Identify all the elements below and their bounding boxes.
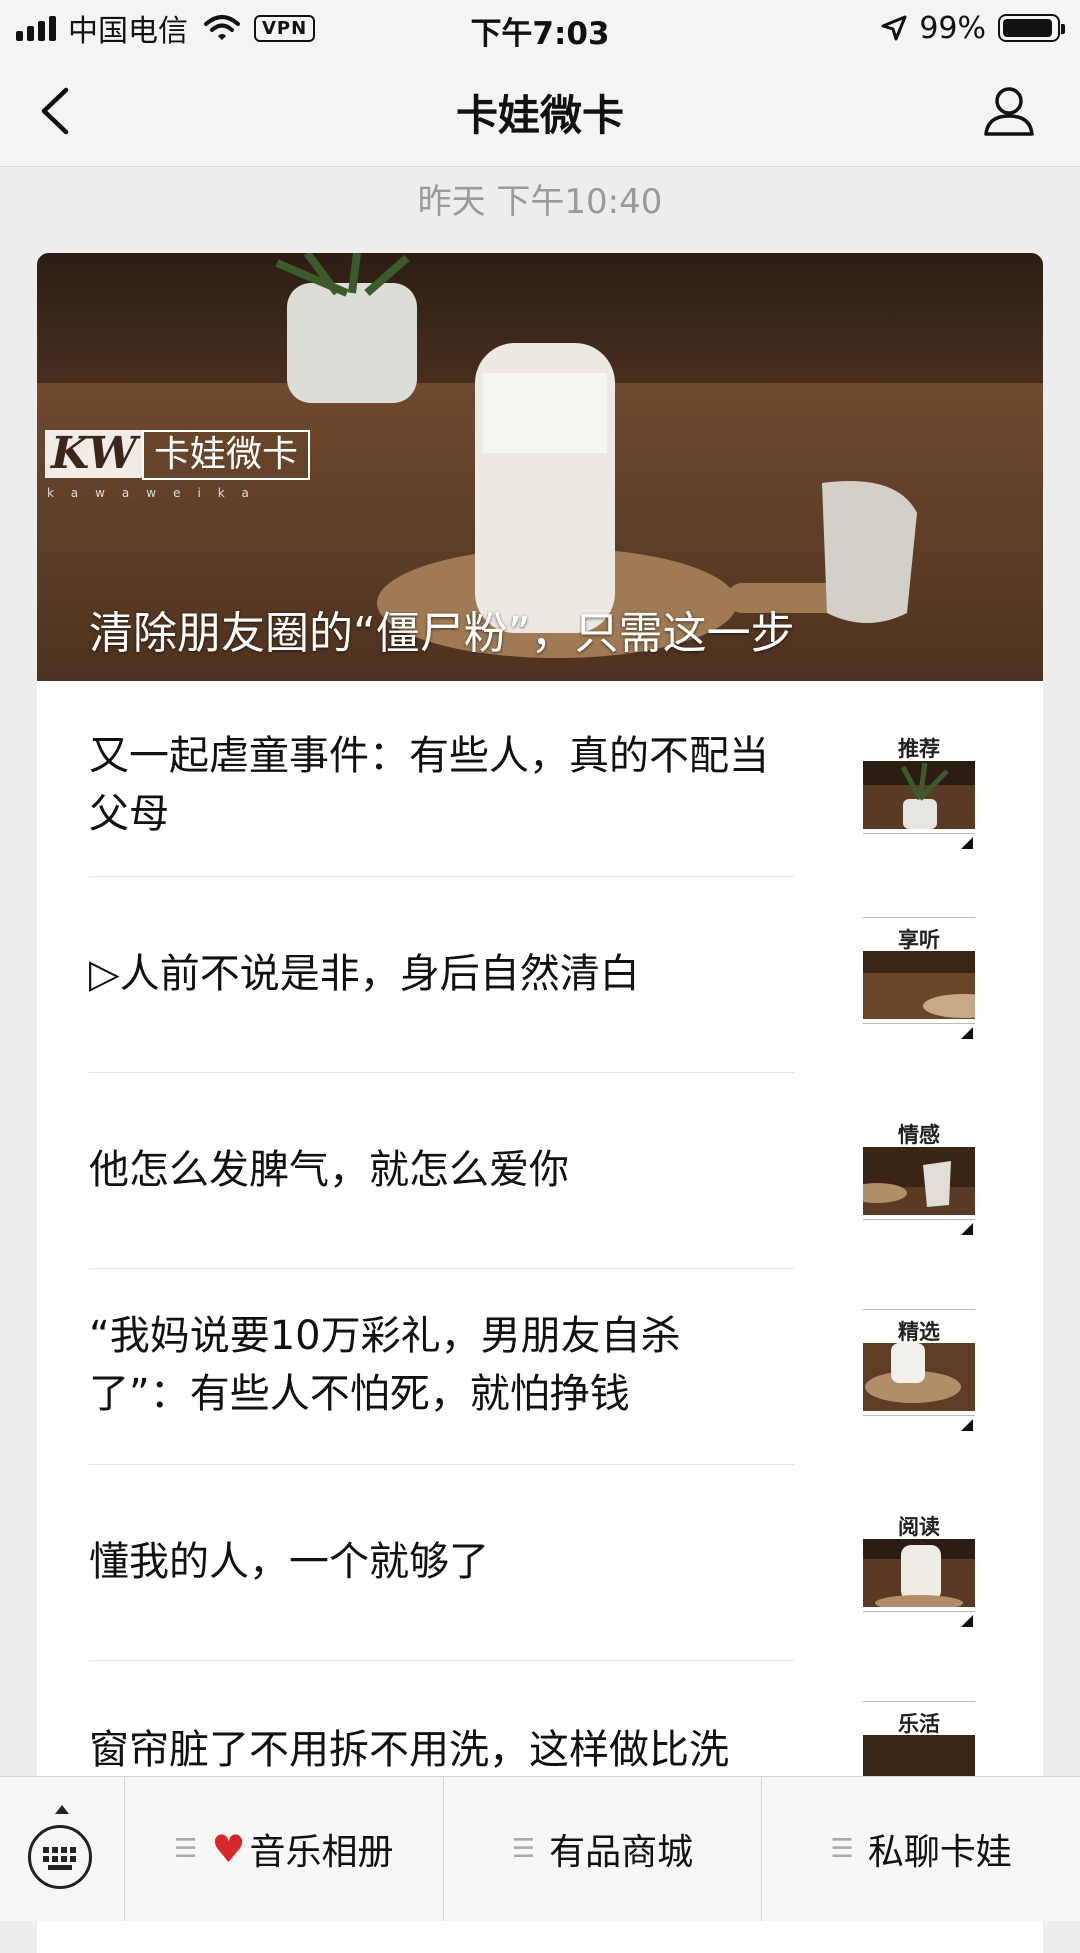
article-thumbnail: 阅读 — [863, 1505, 975, 1635]
thumbnail-tag: 精选 — [863, 1309, 975, 1344]
menu-shop[interactable]: ☰ 有品商城 — [444, 1777, 763, 1921]
menu-lines-icon: ☰ — [511, 1834, 536, 1864]
menu-label: 音乐相册 — [249, 1832, 394, 1873]
battery-percent: 99% — [919, 10, 986, 46]
list-item[interactable]: ▷人前不说是非，身后自然清白 享听 — [37, 877, 1043, 1073]
list-item[interactable]: 又一起虐童事件：有些人，真的不配当父母 推荐 — [37, 681, 1043, 877]
menu-label: 有品商城 — [549, 1832, 694, 1873]
keyboard-icon — [28, 1825, 92, 1889]
bottom-menu-bar: ☰ ♥ 音乐相册 ☰ 有品商城 ☰ 私聊卡娃 — [0, 1776, 1080, 1921]
article-title: 窗帘脏了不用拆不用洗，这样做比洗 — [89, 1727, 729, 1773]
thumbnail-image — [863, 761, 975, 829]
thumbnail-tag: 乐活 — [863, 1701, 975, 1736]
list-item[interactable]: 懂我的人，一个就够了 阅读 — [37, 1465, 1043, 1661]
article-thumbnail: 享听 — [863, 917, 975, 1047]
keyboard-toggle-button[interactable] — [0, 1777, 125, 1921]
thumbnail-image — [863, 1539, 975, 1607]
location-arrow-icon — [881, 15, 907, 41]
menu-private-chat[interactable]: ☰ 私聊卡娃 — [762, 1777, 1080, 1921]
article-title: ▷人前不说是非，身后自然清白 — [89, 951, 640, 997]
thumbnail-image — [863, 951, 975, 1019]
status-bar: 中国电信 VPN 下午7:03 99% — [0, 0, 1080, 56]
article-title: 又一起虐童事件：有些人，真的不配当父母 — [89, 733, 769, 837]
article-thumbnail: 情感 — [863, 1113, 975, 1243]
list-item[interactable]: “我妈说要10万彩礼，男朋友自杀了”：有些人不怕死，就怕挣钱 精选 — [37, 1269, 1043, 1465]
message-timestamp: 昨天 下午10:40 — [417, 182, 663, 222]
thumbnail-tag: 推荐 — [898, 736, 940, 761]
up-arrow-icon — [55, 1805, 69, 1814]
menu-label: 私聊卡娃 — [867, 1832, 1012, 1873]
menu-music-album[interactable]: ☰ ♥ 音乐相册 — [125, 1777, 444, 1921]
article-title: 他怎么发脾气，就怎么爱你 — [89, 1147, 569, 1193]
profile-icon[interactable] — [982, 84, 1036, 138]
heart-icon: ♥ — [211, 1827, 246, 1871]
article-title: 懂我的人，一个就够了 — [89, 1539, 489, 1585]
thumbnail-tag: 情感 — [898, 1122, 940, 1147]
nav-bar: 卡娃微卡 — [0, 56, 1080, 167]
menu-lines-icon: ☰ — [830, 1834, 854, 1864]
article-card: KW 卡娃微卡 kawaweika 清除朋友圈的“僵尸粉”，只需这一步 又一起虐… — [37, 253, 1043, 1953]
list-item[interactable]: 他怎么发脾气，就怎么爱你 情感 — [37, 1073, 1043, 1269]
article-thumbnail: 精选 — [863, 1309, 975, 1439]
thumbnail-image — [863, 1147, 975, 1215]
thumbnail-tag: 阅读 — [898, 1514, 940, 1539]
article-title: “我妈说要10万彩礼，男朋友自杀了”：有些人不怕死，就怕挣钱 — [89, 1313, 681, 1417]
thumbnail-image — [863, 1343, 975, 1411]
thumbnail-tag: 享听 — [863, 917, 975, 952]
article-thumbnail: 推荐 — [863, 727, 975, 857]
menu-lines-icon: ☰ — [174, 1834, 198, 1864]
hero-article[interactable]: KW 卡娃微卡 kawaweika 清除朋友圈的“僵尸粉”，只需这一步 — [37, 253, 1043, 681]
brand-logo: KW 卡娃微卡 kawaweika — [37, 426, 327, 500]
battery-icon — [998, 14, 1065, 42]
hero-title: 清除朋友圈的“僵尸粉”，只需这一步 — [89, 608, 795, 659]
page-title: 卡娃微卡 — [455, 91, 624, 140]
